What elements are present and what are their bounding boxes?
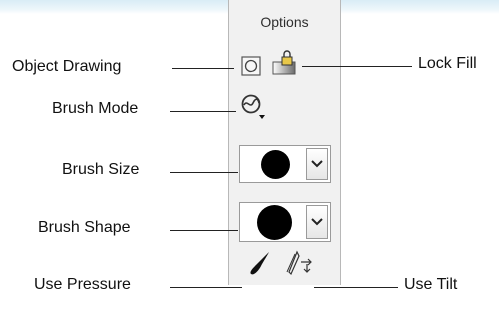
- callout-line-object-drawing: [172, 68, 234, 69]
- callout-line-lock-fill: [302, 66, 412, 67]
- chevron-down-icon: [311, 160, 323, 168]
- callout-use-tilt: Use Tilt: [404, 276, 458, 293]
- lock-fill-icon[interactable]: [271, 50, 299, 76]
- panel-title: Options: [260, 14, 309, 30]
- object-drawing-icon[interactable]: [241, 56, 261, 76]
- brush-size-preview-icon: [261, 150, 290, 179]
- callout-line-use-pressure: [170, 287, 242, 288]
- callout-line-brush-size: [170, 172, 238, 173]
- callout-brush-mode: Brush Mode: [52, 100, 139, 117]
- chevron-down-icon: [311, 218, 323, 226]
- brush-size-arrow[interactable]: [306, 148, 328, 180]
- brush-shape-arrow[interactable]: [306, 205, 328, 239]
- options-panel: Options: [228, 0, 341, 285]
- callout-line-brush-shape: [170, 230, 238, 231]
- callout-line-brush-mode: [170, 111, 236, 112]
- brush-mode-icon[interactable]: [240, 93, 270, 121]
- brush-size-dropdown[interactable]: [239, 145, 331, 183]
- callout-brush-size: Brush Size: [62, 161, 140, 178]
- pressure-brush-icon[interactable]: [247, 250, 271, 276]
- callout-line-use-tilt: [314, 287, 398, 288]
- callout-object-drawing: Object Drawing: [12, 58, 122, 75]
- brush-shape-preview-icon: [257, 205, 292, 240]
- callout-lock-fill: Lock Fill: [418, 55, 477, 72]
- callout-use-pressure: Use Pressure: [34, 276, 131, 293]
- brush-shape-dropdown[interactable]: [239, 202, 331, 242]
- tilt-pen-icon[interactable]: [285, 250, 315, 276]
- callout-brush-shape: Brush Shape: [38, 219, 131, 236]
